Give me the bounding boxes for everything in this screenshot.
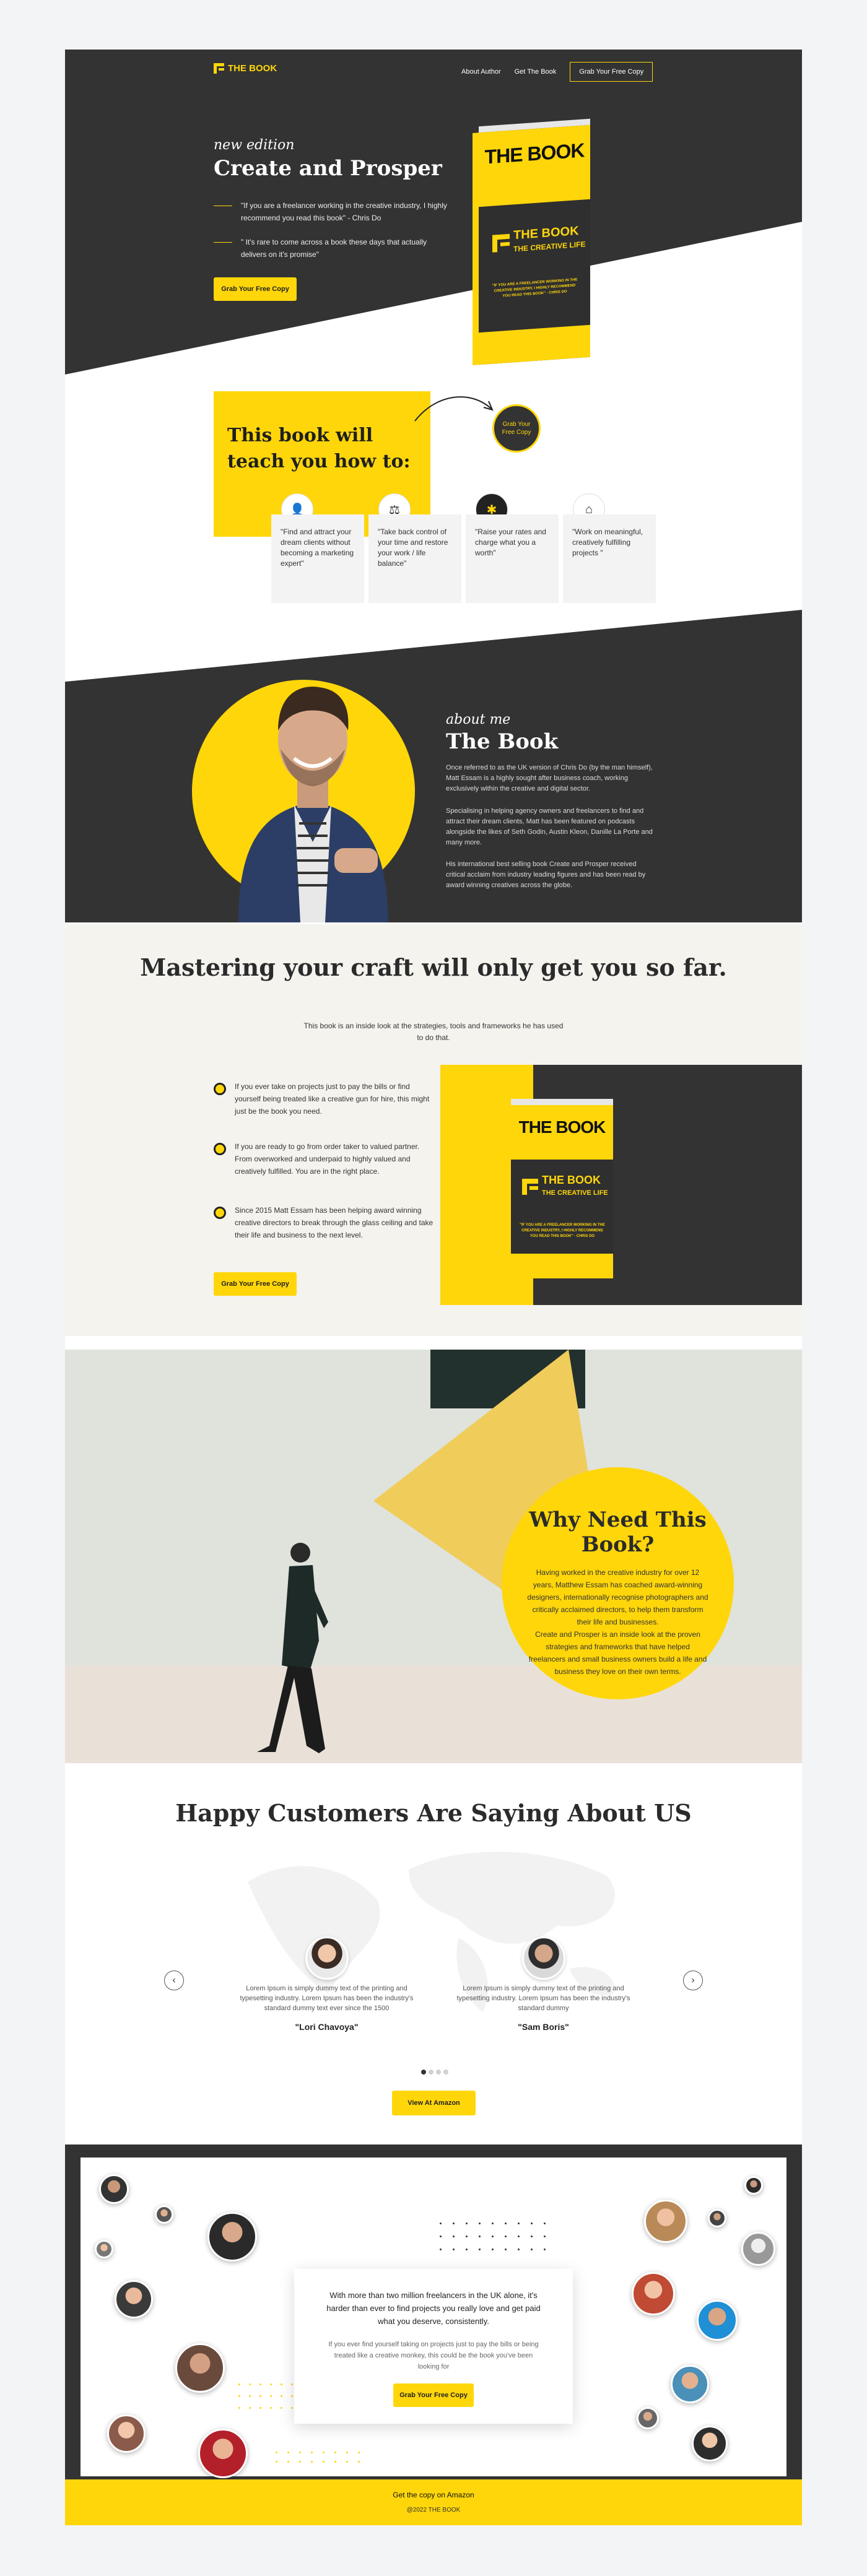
avatar <box>155 2205 173 2224</box>
walking-man-image <box>257 1543 328 1753</box>
carousel-dot[interactable] <box>436 2070 441 2075</box>
carousel-dot-active[interactable] <box>421 2070 426 2075</box>
hero-book-image: THE BOOK THE BOOK THE CREATIVE LIFE "IF Y… <box>473 118 590 365</box>
teach-cta-circle[interactable]: Grab Your Free Copy <box>492 404 541 453</box>
about-title: The Book <box>446 729 559 754</box>
footer-amazon-link[interactable]: Get the copy on Amazon <box>65 2479 802 2499</box>
decor-dots-dark <box>440 2223 546 2250</box>
about-section <box>65 610 802 922</box>
reviewer-name-2: "Sam Boris" <box>518 2022 569 2032</box>
bottom-cta-button[interactable]: Grab Your Free Copy <box>393 2383 474 2407</box>
nav-cta-button[interactable]: Grab Your Free Copy <box>570 62 653 82</box>
carousel-dot[interactable] <box>429 2070 434 2075</box>
mastering-subtitle: This book is an inside look at the strat… <box>303 1021 564 1042</box>
avatar <box>175 2343 225 2393</box>
avatar <box>644 2200 687 2243</box>
hero-cta-button[interactable]: Grab Your Free Copy <box>214 277 297 301</box>
avatar <box>692 2426 728 2461</box>
about-paragraph-2: Specialising in helping agency owners an… <box>446 807 653 846</box>
why-title: Why Need This Book? <box>529 1507 707 1557</box>
decor-dots-yellow <box>238 2383 293 2409</box>
hero-tagline: new edition <box>214 137 295 153</box>
benefit-card-4: "Work on meaningful, creatively fulfilli… <box>563 514 656 603</box>
book-cover-logo: THE BOOK THE CREATIVE LIFE <box>492 224 585 257</box>
customers-title: Happy Customers Are Saying About US <box>175 1799 692 1827</box>
avatar <box>697 2300 738 2341</box>
avatar <box>198 2429 248 2478</box>
about-tagline: about me <box>446 712 511 727</box>
curved-arrow-icon <box>414 396 494 422</box>
bullet-icon <box>214 1207 226 1219</box>
mastering-title: Mastering your craft will only get you s… <box>140 953 727 981</box>
teach-title: This book will teach you how to: <box>227 425 411 472</box>
chevron-left-icon: ‹ <box>172 1975 176 1985</box>
benefit-card-3: "Raise your rates and charge what you a … <box>466 514 559 603</box>
hero-quote-2: " It's rare to come across a book these … <box>214 236 449 261</box>
gallery-floor <box>65 1665 802 1763</box>
bottom-cta-card: With more than two million freelancers i… <box>294 2269 573 2424</box>
avatar <box>632 2272 675 2315</box>
main-nav: About Author Get The Book Grab Your Free… <box>461 62 653 82</box>
book-cover-title: THE BOOK <box>518 1117 606 1137</box>
review-text-2: Lorem Ipsum is simply dummy text of the … <box>456 1985 630 2012</box>
landing-page: THE BOOK About Author Get The Book Grab … <box>65 50 802 2525</box>
chevron-right-icon: › <box>691 1975 695 1985</box>
avatar <box>741 2232 775 2266</box>
footer: Get the copy on Amazon @2022 THE BOOK <box>65 2479 802 2525</box>
book-cover-quote: "IF YOU ARE A FREELANCER WORKING IN THE … <box>492 278 578 298</box>
bullet-icon <box>214 1143 226 1155</box>
logo-mark-icon <box>214 63 224 74</box>
nav-link-get-the-book[interactable]: Get The Book <box>515 68 557 76</box>
carousel-next-button[interactable]: › <box>683 1971 703 1990</box>
book-cover-quote: "IF YOU ARE A FREELANCER WORKING IN THE … <box>520 1223 605 1238</box>
site-logo[interactable]: THE BOOK <box>214 63 277 74</box>
mastering-item-1: If you ever take on projects just to pay… <box>214 1080 437 1117</box>
avatar <box>671 2365 709 2403</box>
bullet-icon <box>214 1083 226 1095</box>
avatar <box>115 2280 153 2318</box>
avatar <box>207 2212 257 2262</box>
about-paragraph-3: His international best selling book Crea… <box>446 861 646 889</box>
avatar <box>95 2240 113 2258</box>
mastering-book-image: THE BOOK THE BOOK THE CREATIVE LIFE "IF Y… <box>505 1099 613 1278</box>
hero-title: Create and Prosper <box>214 156 442 181</box>
book-cover-logo: THE BOOK THE CREATIVE LIFE <box>522 1174 608 1199</box>
mastering-item-2: If you are ready to go from order taker … <box>214 1140 437 1177</box>
view-at-amazon-button[interactable]: View At Amazon <box>392 2091 476 2115</box>
reviewer-name-1: "Lori Chavoya" <box>295 2022 359 2032</box>
avatar <box>708 2209 726 2227</box>
avatar <box>305 1936 349 1980</box>
logo-text: THE BOOK <box>228 63 277 74</box>
review-text-1: Lorem Ipsum is simply dummy text of the … <box>240 1985 414 2012</box>
hero-quote-1: "If you are a freelancer working in the … <box>214 199 449 224</box>
avatar <box>99 2174 129 2204</box>
bottom-cta-text: If you ever find yourself taking on proj… <box>328 2341 539 2370</box>
author-photo <box>238 687 388 922</box>
avatar <box>107 2414 146 2453</box>
bottom-cta-headline: With more than two million freelancers i… <box>326 2291 541 2326</box>
mastering-item-3: Since 2015 Matt Essam has been helping a… <box>214 1204 437 1241</box>
nav-link-about-author[interactable]: About Author <box>461 68 501 76</box>
carousel-prev-button[interactable]: ‹ <box>164 1971 184 1990</box>
benefit-card-1: "Find and attract your dream clients wit… <box>271 514 364 603</box>
avatar <box>522 1936 565 1980</box>
footer-copyright: @2022 THE BOOK <box>406 2507 461 2513</box>
decor-dots-yellow-2 <box>276 2452 360 2463</box>
avatar <box>637 2407 659 2429</box>
mastering-cta-button[interactable]: Grab Your Free Copy <box>214 1272 297 1296</box>
benefit-card-2: "Take back control of your time and rest… <box>368 514 461 603</box>
why-body: Having worked in the creative industry f… <box>527 1568 708 1676</box>
about-paragraph-1: Once referred to as the UK version of Ch… <box>446 764 653 792</box>
avatar <box>744 2176 763 2195</box>
carousel-dot[interactable] <box>443 2070 448 2075</box>
